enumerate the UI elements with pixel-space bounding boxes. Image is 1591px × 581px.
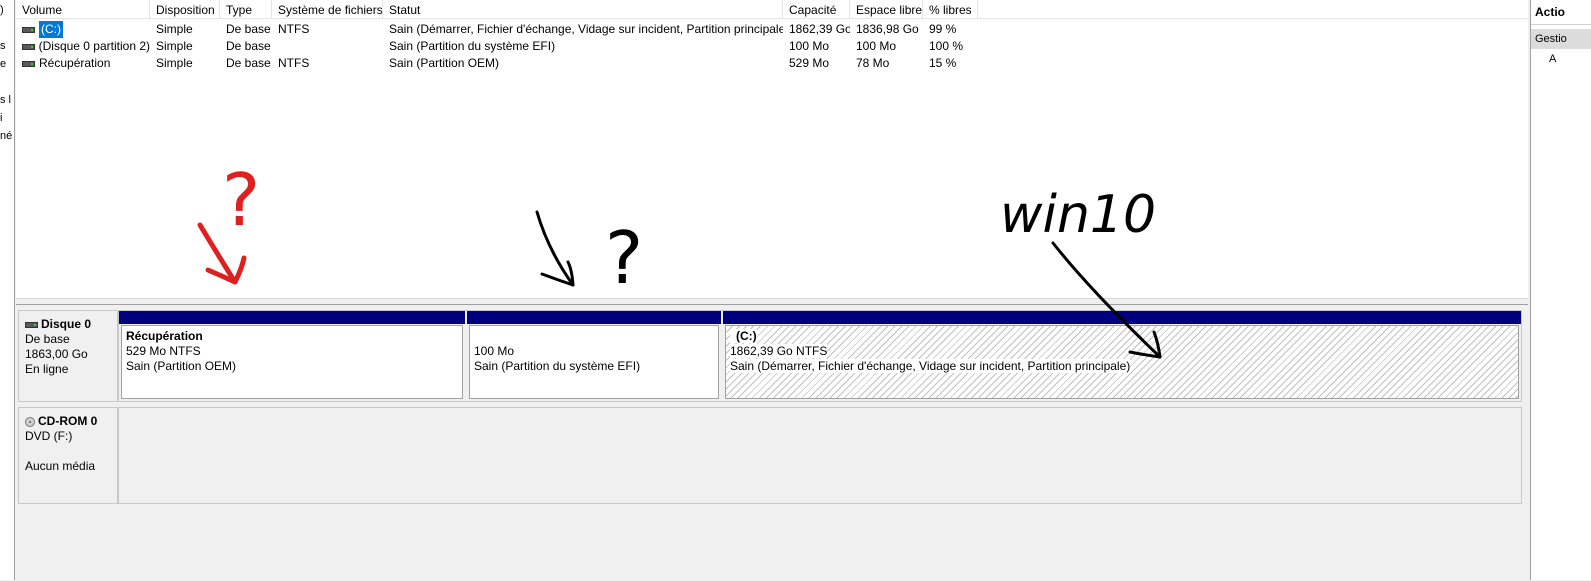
partition-name: Récupération <box>126 329 203 343</box>
cdrom0-area <box>118 407 1522 504</box>
drive-icon <box>22 60 35 67</box>
pct-libres-cell: 15 % <box>929 56 957 70</box>
actions-title: Actio <box>1531 0 1591 25</box>
disk0-kind: De base <box>25 332 70 346</box>
drive-icon <box>22 26 35 33</box>
capacite-cell: 529 Mo <box>789 56 830 70</box>
col-header-statut[interactable]: Statut <box>383 0 783 18</box>
partition-body: 100 Mo Sain (Partition du système EFI) <box>469 325 719 399</box>
statut-cell: Sain (Partition OEM) <box>389 56 500 70</box>
col-header-capacite[interactable]: Capacité <box>783 0 850 18</box>
espace-libre-cell: 1836,98 Go <box>856 22 919 36</box>
column-header-row: Volume Disposition Type Système de fichi… <box>16 0 1528 19</box>
partition-name <box>474 329 714 344</box>
volume-list[interactable]: Volume Disposition Type Système de fichi… <box>16 0 1528 299</box>
table-row[interactable]: (Disque 0 partition 2) Simple De base Sa… <box>16 38 1528 55</box>
tree-fragment: e <box>0 58 7 70</box>
cdrom0-label[interactable]: CD-ROM 0 DVD (F:) Aucun média <box>18 407 118 504</box>
tree-fragment: s <box>0 40 6 52</box>
partition-body: (C:) 1862,39 Go NTFS Sain (Démarrer, Fic… <box>725 325 1519 399</box>
actions-subitem[interactable]: A <box>1531 49 1591 69</box>
disk0-state: En ligne <box>25 362 69 376</box>
partition-recuperation[interactable]: Récupération 529 Mo NTFS Sain (Partition… <box>119 311 465 401</box>
partition-c[interactable]: (C:) 1862,39 Go NTFS Sain (Démarrer, Fic… <box>723 311 1521 401</box>
partition-status: Sain (Partition OEM) <box>126 359 237 373</box>
espace-libre-cell: 78 Mo <box>856 56 890 70</box>
disk0-size: 1863,00 Go <box>25 347 88 361</box>
partition-body: Récupération 529 Mo NTFS Sain (Partition… <box>121 325 463 399</box>
disk0-label[interactable]: Disque 0 De base 1863,00 Go En ligne <box>18 310 118 402</box>
partition-status: Sain (Partition du système EFI) <box>474 359 641 373</box>
pct-libres-cell: 100 % <box>929 39 964 53</box>
actions-item-gestion[interactable]: Gestio <box>1531 29 1591 49</box>
col-header-type[interactable]: Type <box>220 0 272 18</box>
volume-cell: (Disque 0 partition 2) <box>16 38 150 55</box>
actions-pane: Actio Gestio A <box>1530 0 1591 580</box>
statut-cell: Sain (Partition du système EFI) <box>389 39 556 53</box>
filesystem-cell <box>272 38 383 55</box>
disposition-cell: Simple <box>156 56 193 70</box>
cdrom0-media: Aucun média <box>25 459 96 473</box>
cdrom0-drive: DVD (F:) <box>25 429 73 443</box>
partition-bar <box>723 311 1521 324</box>
col-header-espace-libre[interactable]: Espace libre <box>850 0 923 18</box>
tree-pane: ) s e s l i né <box>0 0 15 580</box>
partition-size: 529 Mo NTFS <box>126 344 201 358</box>
filesystem-cell: NTFS <box>278 22 310 36</box>
drive-icon <box>22 43 35 50</box>
tree-fragment: s l <box>0 94 11 106</box>
type-cell: De base <box>226 39 271 53</box>
partition-efi[interactable]: 100 Mo Sain (Partition du système EFI) <box>467 311 721 401</box>
table-row[interactable]: Récupération Simple De base NTFS Sain (P… <box>16 55 1528 72</box>
volume-name: (C:) <box>39 21 63 38</box>
disk-icon <box>25 321 38 328</box>
disposition-cell: Simple <box>156 39 193 53</box>
partition-bar <box>467 311 721 324</box>
disposition-cell: Simple <box>156 22 193 36</box>
partition-size: 100 Mo <box>474 344 515 358</box>
disk-map: Disque 0 De base 1863,00 Go En ligne Réc… <box>16 304 1528 581</box>
volume-cell: Récupération <box>16 55 150 72</box>
cdrom-icon <box>25 416 35 427</box>
volume-name: Récupération <box>39 56 111 70</box>
col-header-disposition[interactable]: Disposition <box>150 0 220 18</box>
pct-libres-cell: 99 % <box>929 22 957 36</box>
partition-name: (C:) <box>730 329 757 343</box>
volume-name: (Disque 0 partition 2) <box>38 39 150 53</box>
capacite-cell: 1862,39 Go <box>789 22 850 36</box>
col-header-filesystem[interactable]: Système de fichiers <box>272 0 383 18</box>
capacite-cell: 100 Mo <box>789 39 830 53</box>
tree-fragment: i <box>0 112 3 124</box>
type-cell: De base <box>226 56 271 70</box>
disk0-title: Disque 0 <box>41 317 92 331</box>
statut-cell: Sain (Démarrer, Fichier d'échange, Vidag… <box>389 22 783 36</box>
tree-fragment: né <box>0 130 13 142</box>
espace-libre-cell: 100 Mo <box>856 39 897 53</box>
cdrom0-title: CD-ROM 0 <box>38 414 98 428</box>
disk0-partitions: Récupération 529 Mo NTFS Sain (Partition… <box>118 310 1522 402</box>
partition-size: 1862,39 Go NTFS <box>730 344 828 358</box>
partition-status: Sain (Démarrer, Fichier d'échange, Vidag… <box>730 359 1131 373</box>
col-header-pct-libres[interactable]: % libres <box>923 0 978 18</box>
table-row[interactable]: (C:) Simple De base NTFS Sain (Démarrer,… <box>16 21 1528 38</box>
type-cell: De base <box>226 22 271 36</box>
filesystem-cell: NTFS <box>278 56 310 70</box>
partition-bar <box>119 311 465 324</box>
volume-cell: (C:) <box>16 21 150 38</box>
tree-fragment: ) <box>0 4 4 16</box>
col-header-volume[interactable]: Volume <box>16 0 150 18</box>
